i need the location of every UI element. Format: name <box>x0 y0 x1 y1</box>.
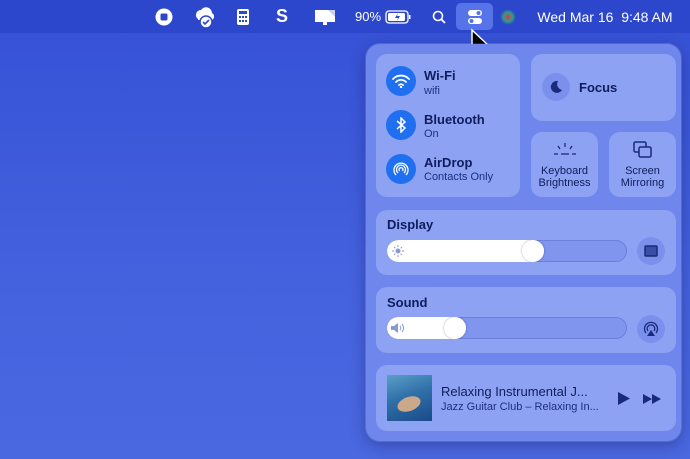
moon-icon <box>542 73 570 101</box>
network-module: Wi-Fi wifi Bluetooth On AirDrop Contacts… <box>376 54 520 197</box>
volume-slider-knob[interactable] <box>444 317 466 339</box>
airdrop-icon <box>386 154 416 184</box>
volume-slider[interactable] <box>387 317 627 339</box>
screen-mirroring-label-1: Screen <box>625 165 660 177</box>
focus-label: Focus <box>579 80 618 95</box>
sound-label: Sound <box>387 295 428 310</box>
control-center-icon[interactable] <box>456 3 493 30</box>
wifi-status: wifi <box>424 85 440 97</box>
bluetooth-status: On <box>424 128 439 140</box>
calculator-icon[interactable] <box>235 0 251 33</box>
bluetooth-label: Bluetooth <box>424 112 485 127</box>
brightness-slider-fill <box>387 240 544 262</box>
display-label: Display <box>387 217 434 232</box>
menubar-clock[interactable]: Wed Mar 16 9:48 AM <box>530 0 680 33</box>
now-playing-module[interactable]: Relaxing Instrumental J... Jazz Guitar C… <box>376 365 676 431</box>
search-icon[interactable] <box>431 0 447 33</box>
sound-module: Sound <box>376 287 676 353</box>
fast-forward-button[interactable] <box>642 393 662 405</box>
display-module: Display <box>376 210 676 275</box>
bluetooth-icon <box>386 110 416 140</box>
display-icon[interactable] <box>313 0 337 33</box>
keyboard-brightness-label-1: Keyboard <box>540 165 589 177</box>
play-button[interactable] <box>617 391 631 406</box>
focus-button[interactable]: Focus <box>531 54 676 121</box>
siri-icon[interactable] <box>499 0 517 33</box>
stop-record-icon[interactable] <box>153 0 175 33</box>
track-artist: Jazz Guitar Club – Relaxing In... <box>441 401 599 413</box>
menu-bar: S 90% Wed Mar 16 9:48 AM <box>0 0 690 33</box>
track-title: Relaxing Instrumental J... <box>441 384 588 399</box>
battery-charging-icon[interactable] <box>384 0 412 33</box>
keyboard-brightness-label-2: Brightness <box>538 177 591 189</box>
cloud-sync-icon[interactable] <box>192 0 218 33</box>
wifi-label: Wi-Fi <box>424 68 456 83</box>
wifi-icon <box>386 66 416 96</box>
screen-mirroring-label-2: Mirroring <box>620 177 665 189</box>
keyboard-brightness-icon <box>554 143 576 155</box>
display-settings-button[interactable] <box>637 237 665 265</box>
speaker-icon <box>391 323 404 333</box>
airplay-audio-icon <box>643 321 659 336</box>
screen-mirroring-button[interactable]: Screen Mirroring <box>609 132 676 197</box>
control-center-panel: Wi-Fi wifi Bluetooth On AirDrop Contacts… <box>366 44 681 441</box>
s-app-icon[interactable]: S <box>274 0 290 33</box>
brightness-slider[interactable] <box>387 240 627 262</box>
album-art <box>387 375 432 421</box>
airdrop-label: AirDrop <box>424 155 473 170</box>
screen-mirroring-icon <box>633 141 652 158</box>
keyboard-brightness-button[interactable]: Keyboard Brightness <box>531 132 598 197</box>
display-icon <box>644 245 658 257</box>
sun-icon <box>392 245 404 257</box>
airplay-audio-button[interactable] <box>637 315 665 343</box>
battery-percent: 90% <box>354 9 382 24</box>
brightness-slider-knob[interactable] <box>522 240 544 262</box>
airdrop-status: Contacts Only <box>424 171 494 183</box>
